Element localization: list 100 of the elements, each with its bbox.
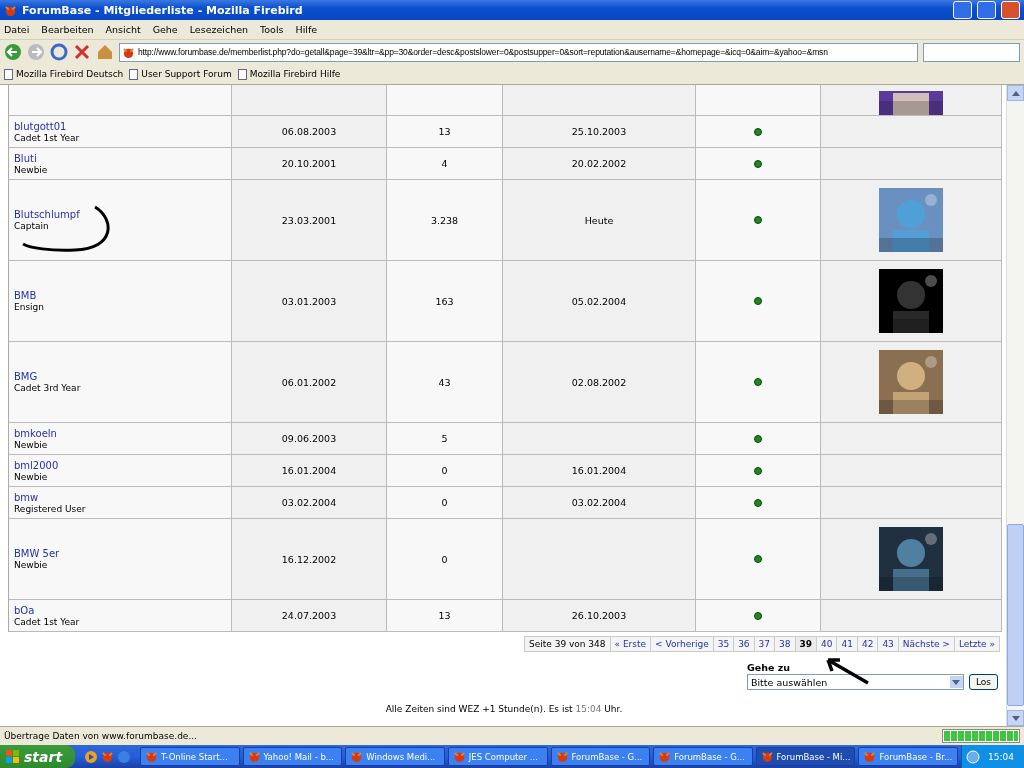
taskbar-button[interactable]: Windows Medi... bbox=[345, 747, 445, 766]
browser-icon bbox=[144, 750, 158, 763]
menu-item[interactable]: Hilfe bbox=[295, 24, 318, 35]
goto-select[interactable]: Bitte auswählen bbox=[746, 674, 964, 690]
bookmark-item[interactable]: Mozilla Firebird Deutsch bbox=[4, 68, 124, 80]
start-button[interactable]: start bbox=[0, 745, 75, 768]
bookmark-item[interactable]: User Support Forum bbox=[129, 68, 232, 80]
member-rank: Cadet 3rd Year bbox=[14, 383, 81, 393]
table-cell: 0 bbox=[387, 519, 503, 600]
browser-icon bbox=[350, 750, 364, 763]
table-cell: 5 bbox=[387, 423, 503, 455]
taskbar-button[interactable]: ForumBase - Br... bbox=[858, 747, 959, 766]
scroll-down-icon[interactable] bbox=[1011, 715, 1020, 721]
menu-item[interactable]: Ansicht bbox=[105, 24, 141, 35]
table-cell: 43 bbox=[387, 342, 503, 423]
home-icon[interactable] bbox=[96, 43, 114, 61]
menu-item[interactable]: Lesezeichen bbox=[189, 24, 249, 35]
member-name-link[interactable]: blutgott01 bbox=[14, 120, 80, 132]
table-cell: 02.08.2002 bbox=[503, 342, 696, 423]
table-cell: 09.06.2003 bbox=[232, 423, 387, 455]
menu-item[interactable]: Gehe bbox=[152, 24, 178, 35]
site-icon bbox=[122, 45, 135, 59]
page-link[interactable]: 40 bbox=[817, 636, 838, 652]
table-cell: 26.10.2003 bbox=[503, 600, 696, 632]
table-cell: 03.01.2003 bbox=[232, 261, 387, 342]
page-summary: Seite 39 von 348 bbox=[524, 636, 611, 652]
member-name-link[interactable]: BMW 5er bbox=[14, 548, 60, 559]
minimize-button[interactable] bbox=[953, 1, 972, 19]
member-rank: Ensign bbox=[14, 302, 44, 312]
status-text: Übertrage Daten von www.forumbase.de... bbox=[4, 731, 197, 741]
member-name-link[interactable]: bmkoeln bbox=[14, 427, 57, 439]
table-cell: Heute bbox=[503, 180, 696, 261]
table-cell: 4 bbox=[387, 148, 503, 180]
member-rank: Newbie bbox=[14, 439, 49, 450]
taskbar-button[interactable]: T-Online Start... bbox=[139, 747, 240, 766]
member-name-link[interactable]: Blutschlumpf bbox=[14, 209, 80, 220]
table-cell: 06.01.2002 bbox=[232, 342, 387, 423]
browser-icon bbox=[863, 750, 877, 763]
page-link[interactable]: « Erste bbox=[610, 636, 652, 652]
page-link[interactable]: 35 bbox=[713, 636, 735, 652]
table-cell: 06.08.2003 bbox=[232, 116, 387, 148]
member-name-link[interactable]: BMG bbox=[14, 371, 81, 382]
page-link[interactable]: 41 bbox=[837, 636, 858, 652]
member-rank: Newbie bbox=[14, 471, 49, 482]
taskbar-button[interactable]: Yahoo! Mail - b... bbox=[242, 747, 343, 766]
table-cell: 0 bbox=[387, 487, 503, 519]
page-link[interactable]: < Vorherige bbox=[651, 636, 714, 652]
page-link[interactable]: 36 bbox=[734, 636, 755, 652]
page-icon bbox=[4, 68, 13, 80]
member-name-link[interactable]: BMB bbox=[14, 290, 44, 301]
page-link[interactable]: Letzte » bbox=[954, 636, 1000, 652]
taskbar-button[interactable]: ForumBase - Mi... bbox=[755, 747, 856, 766]
member-name-link[interactable]: Bluti bbox=[14, 152, 48, 164]
member-rank: Newbie bbox=[14, 164, 48, 175]
page-link[interactable]: 37 bbox=[754, 636, 776, 652]
app-icon bbox=[4, 3, 17, 17]
forward-icon[interactable] bbox=[27, 43, 45, 61]
reload-icon[interactable] bbox=[50, 43, 68, 61]
maximize-button[interactable] bbox=[977, 1, 996, 19]
go-button[interactable]: Los bbox=[968, 674, 998, 690]
table-cell: 23.03.2001 bbox=[232, 180, 387, 261]
member-rank: Captain bbox=[14, 221, 50, 231]
page-link[interactable]: 43 bbox=[878, 636, 899, 652]
table-cell: 0 bbox=[387, 455, 503, 487]
page-link[interactable]: 38 bbox=[775, 636, 796, 652]
table-cell: 13 bbox=[387, 116, 503, 148]
taskbar-button[interactable]: ForumBase - G... bbox=[653, 747, 753, 766]
close-button[interactable] bbox=[1001, 1, 1020, 19]
taskbar-button[interactable]: JES Computer ... bbox=[447, 747, 548, 766]
clock: 15:04 bbox=[988, 751, 1014, 762]
stop-icon[interactable] bbox=[73, 43, 91, 61]
bookmark-item[interactable]: Mozilla Firebird Hilfe bbox=[237, 68, 341, 80]
collapse-tray-icon[interactable] bbox=[966, 749, 981, 764]
windows-logo-icon bbox=[6, 749, 20, 764]
member-rank: Newbie bbox=[14, 560, 49, 570]
table-cell: 20.02.2002 bbox=[503, 148, 696, 180]
table-cell: 03.02.2004 bbox=[503, 487, 696, 519]
taskbar-button[interactable]: ForumBase - G... bbox=[550, 747, 651, 766]
scrollbar[interactable] bbox=[1006, 85, 1024, 726]
member-name-link[interactable]: bmw bbox=[14, 491, 86, 503]
table-cell: 20.10.2001 bbox=[232, 148, 387, 180]
media-player-icon[interactable] bbox=[83, 749, 98, 764]
member-name-link[interactable]: bOa bbox=[14, 604, 80, 616]
table-cell: 163 bbox=[387, 261, 503, 342]
address-field[interactable]: http://www.forumbase.de/memberlist.php?do=getall&page=39&ltr=&pp=30&order=desc&postslower=0&postsupper=0&sort=reputation&ausername=&homepage=&icq=0&aim=&yahoo=&msn bbox=[119, 42, 918, 62]
page-link[interactable]: 42 bbox=[857, 636, 879, 652]
back-icon[interactable] bbox=[4, 43, 22, 61]
menu-item[interactable]: Datei bbox=[4, 24, 30, 35]
menu-item[interactable]: Tools bbox=[260, 24, 284, 35]
member-name-link[interactable]: bml2000 bbox=[14, 459, 59, 471]
scroll-up-icon[interactable] bbox=[1011, 90, 1020, 96]
table-cell: 13 bbox=[387, 600, 503, 632]
search-field[interactable] bbox=[923, 42, 1020, 62]
browser-icon bbox=[658, 750, 672, 763]
page-icon bbox=[129, 68, 139, 80]
page-link[interactable]: Nächste > bbox=[898, 636, 955, 652]
window-title: ForumBase - Mitgliederliste - Mozilla Firebird bbox=[22, 3, 304, 17]
page-link[interactable]: 39 bbox=[795, 636, 818, 652]
menu-item[interactable]: Bearbeiten bbox=[41, 24, 94, 35]
browser-icon[interactable] bbox=[100, 749, 114, 763]
